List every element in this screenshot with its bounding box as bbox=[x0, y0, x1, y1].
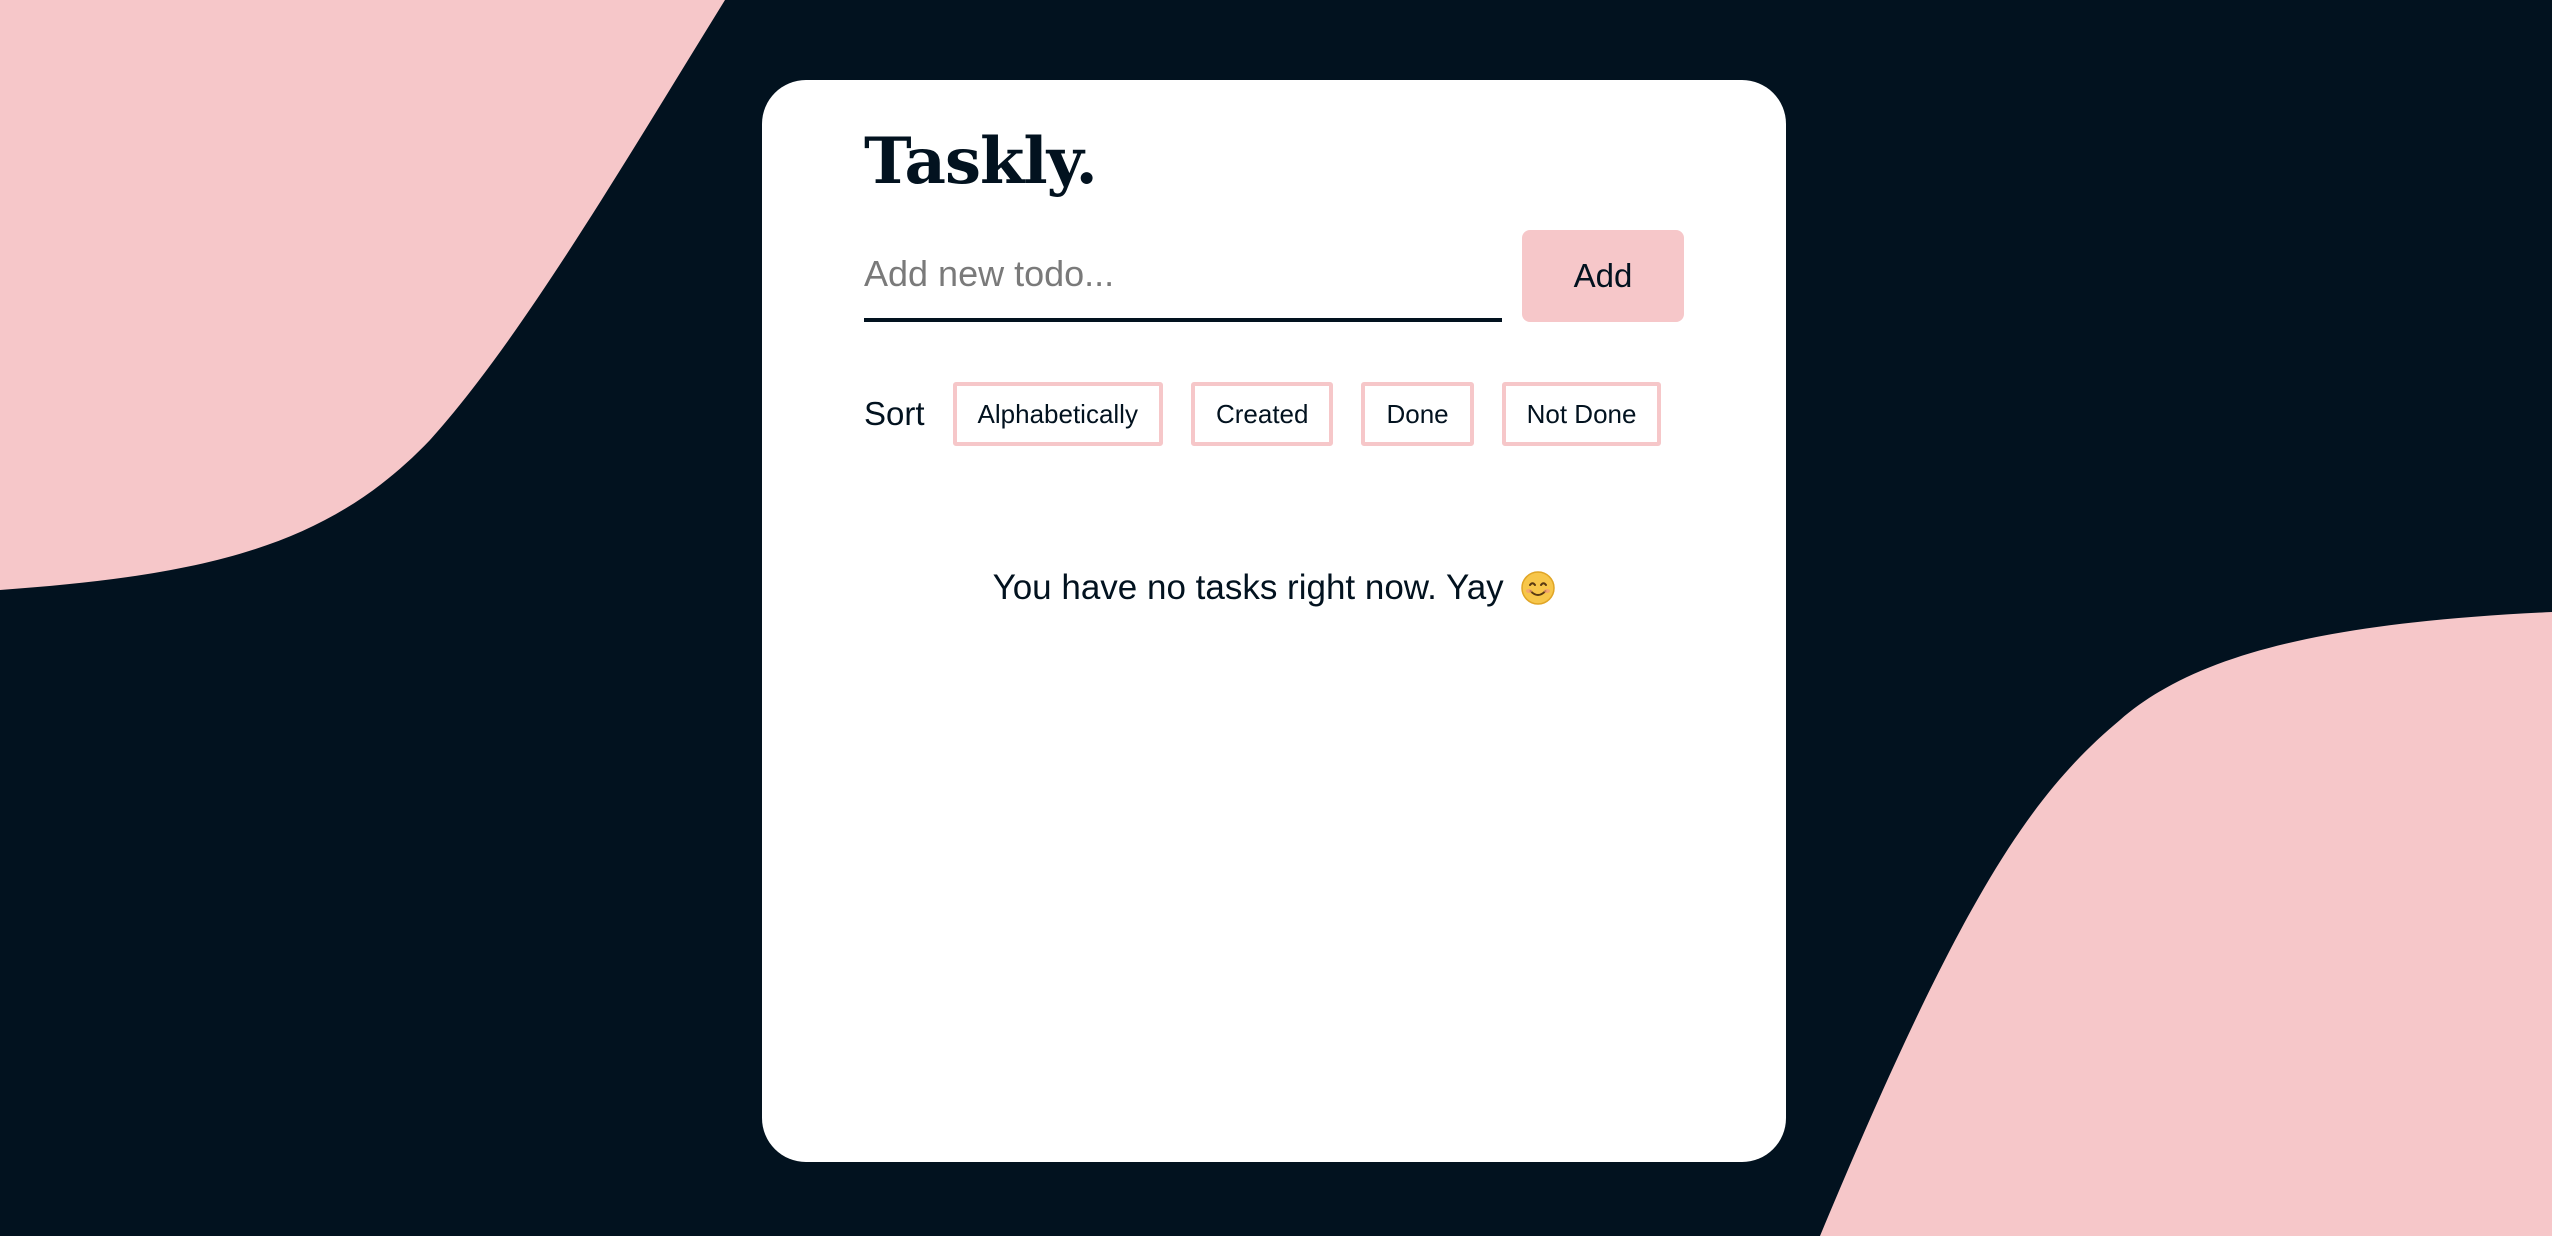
sort-created-button[interactable]: Created bbox=[1190, 382, 1334, 446]
app-background: Taskly. Add Sort Alphabetically Created … bbox=[0, 0, 2552, 1236]
empty-state: You have no tasks right now. Yay bbox=[762, 568, 1786, 614]
sort-bar: Sort Alphabetically Created Done Not Don… bbox=[864, 382, 1689, 446]
bottom-right-blob bbox=[1820, 612, 2552, 1236]
top-left-blob bbox=[0, 0, 725, 590]
sort-label: Sort bbox=[864, 395, 925, 432]
sort-done-button[interactable]: Done bbox=[1361, 382, 1474, 446]
sort-not-done-button[interactable]: Not Done bbox=[1501, 382, 1662, 446]
empty-state-message: You have no tasks right now. Yay bbox=[992, 568, 1504, 607]
todo-card: Taskly. Add Sort Alphabetically Created … bbox=[762, 80, 1786, 1162]
sort-alphabetically-button[interactable]: Alphabetically bbox=[952, 382, 1163, 446]
app-title: Taskly. bbox=[864, 124, 1098, 199]
new-todo-input[interactable] bbox=[864, 230, 1502, 322]
add-button[interactable]: Add bbox=[1522, 230, 1684, 322]
smiling-face-icon bbox=[1521, 571, 1556, 614]
